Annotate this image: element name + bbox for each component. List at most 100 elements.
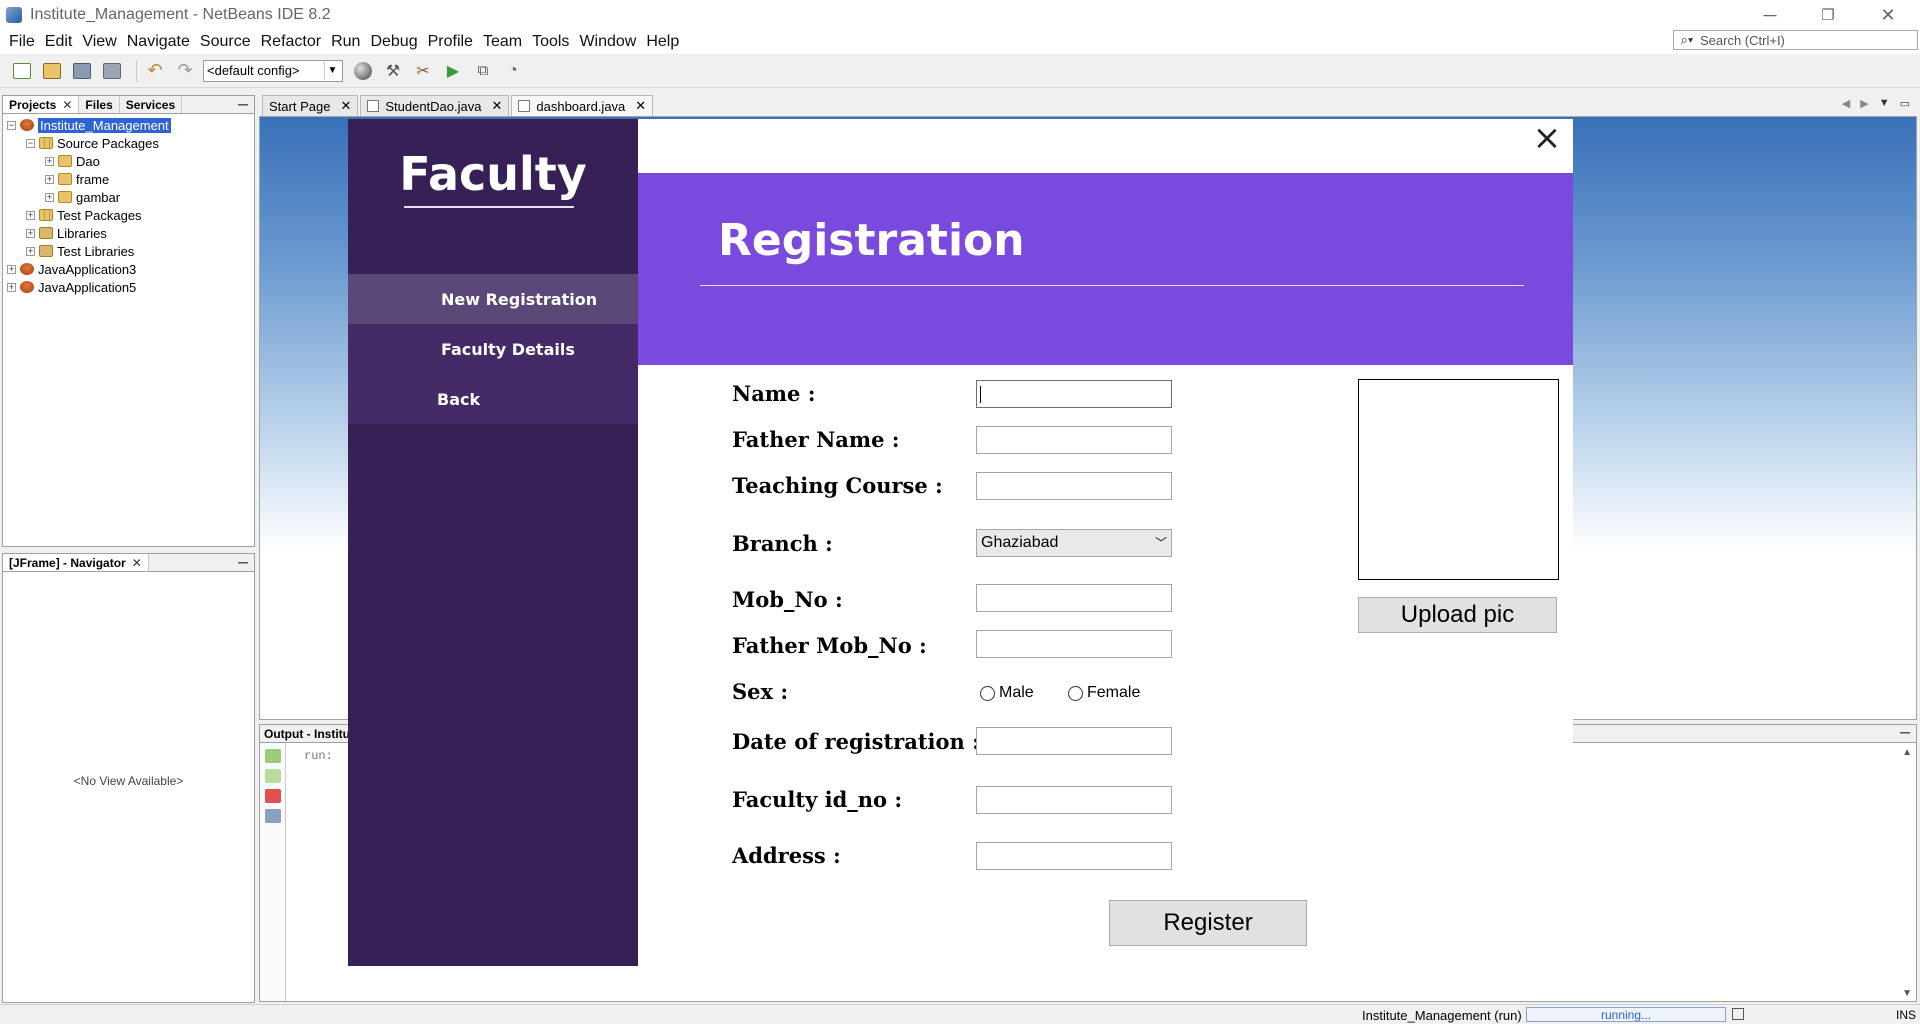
collapse-toggle[interactable]: −: [26, 138, 35, 148]
expand-toggle[interactable]: +: [26, 228, 35, 238]
sex-female-radio[interactable]: Female: [1068, 684, 1140, 702]
minimize-button[interactable]: ─: [1742, 0, 1798, 30]
menu-edit[interactable]: Edit: [40, 33, 78, 51]
maximize-icon[interactable]: ▭: [1900, 97, 1910, 110]
ide-search-box[interactable]: ⌕▾ Search (Ctrl+I): [1673, 30, 1918, 50]
tab-files[interactable]: Files: [79, 96, 120, 113]
close-icon[interactable]: ✕: [635, 98, 646, 114]
expand-toggle[interactable]: +: [26, 210, 35, 220]
tree-node-libraries[interactable]: + Libraries: [7, 224, 171, 242]
minimize-panel-icon[interactable]: ─: [238, 554, 248, 570]
set-project-config-button[interactable]: [351, 60, 375, 82]
rerun-with-params-icon[interactable]: [265, 769, 281, 783]
close-icon[interactable]: ✕: [491, 98, 502, 114]
tab-projects[interactable]: Projects ✕: [3, 96, 80, 113]
tree-node-gambar[interactable]: + gambar: [7, 188, 171, 206]
teaching-course-label: Teaching Course :: [732, 473, 943, 498]
tab-start-page[interactable]: Start Page ✕: [262, 95, 359, 116]
scroll-up-icon[interactable]: ▲: [1902, 747, 1912, 758]
project-icon: [20, 263, 34, 275]
stop-icon[interactable]: [265, 789, 281, 803]
minimize-panel-icon[interactable]: ─: [238, 96, 248, 112]
close-window-button[interactable]: ✕: [1860, 0, 1916, 30]
menu-navigate[interactable]: Navigate: [122, 33, 195, 51]
project-icon: [20, 281, 34, 293]
close-icon[interactable]: ✕: [132, 556, 142, 570]
undo-button[interactable]: ↶: [143, 60, 167, 82]
address-field[interactable]: [976, 842, 1172, 870]
settings-icon[interactable]: [265, 809, 281, 823]
father-mob-no-field[interactable]: [976, 630, 1172, 658]
config-select[interactable]: <default config> ▼: [203, 59, 343, 82]
menu-view[interactable]: View: [77, 33, 121, 51]
expand-toggle[interactable]: +: [7, 282, 16, 292]
tree-node-institute-management[interactable]: − Institute_Management: [7, 116, 171, 134]
name-field[interactable]: [976, 380, 1172, 408]
build-button[interactable]: ⚒: [381, 60, 405, 82]
debug-button[interactable]: ⧉: [471, 60, 495, 82]
navigator-panel-tabs: [JFrame] - Navigator ✕: [3, 554, 254, 572]
tree-node-frame[interactable]: + frame: [7, 170, 171, 188]
minimize-panel-icon[interactable]: ─: [1900, 724, 1910, 740]
redo-icon: ↷: [177, 60, 193, 80]
restore-button[interactable]: ❐: [1800, 0, 1856, 30]
upload-pic-button[interactable]: Upload pic: [1358, 597, 1557, 633]
scroll-right-icon[interactable]: ▶: [1860, 97, 1868, 110]
date-of-registration-field[interactable]: [976, 727, 1172, 755]
expand-toggle[interactable]: +: [45, 192, 54, 202]
faculty-id-field[interactable]: [976, 786, 1172, 814]
tree-node-label: JavaApplication3: [38, 261, 137, 277]
new-project-button[interactable]: [40, 60, 64, 82]
scroll-left-icon[interactable]: ◀: [1842, 97, 1850, 110]
menu-help[interactable]: Help: [641, 33, 684, 51]
scroll-down-icon[interactable]: ▼: [1902, 988, 1912, 999]
menu-window[interactable]: Window: [574, 33, 641, 51]
tab-navigator[interactable]: [JFrame] - Navigator ✕: [3, 554, 149, 571]
sidebar-item-back[interactable]: Back: [348, 374, 638, 424]
profile-button[interactable]: ◔: [501, 60, 525, 82]
menu-run[interactable]: Run: [326, 33, 365, 51]
progress-bar[interactable]: running...: [1526, 1007, 1726, 1022]
new-file-button[interactable]: [10, 60, 34, 82]
run-button[interactable]: ▶: [441, 60, 465, 82]
tree-node-javaapplication5[interactable]: + JavaApplication5: [7, 278, 171, 296]
expand-toggle[interactable]: +: [45, 156, 54, 166]
tree-node-dao[interactable]: + Dao: [7, 152, 171, 170]
save-all-button[interactable]: [100, 60, 124, 82]
tab-list-icon[interactable]: ▼: [1879, 97, 1890, 110]
close-icon[interactable]: ×: [1531, 121, 1563, 155]
tree-node-javaapplication3[interactable]: + JavaApplication3: [7, 260, 171, 278]
tree-node-test-libraries[interactable]: + Test Libraries: [7, 242, 171, 260]
sidebar-item-new-registration[interactable]: New Registration: [348, 274, 638, 324]
menu-file[interactable]: File: [4, 33, 40, 51]
rerun-icon[interactable]: [265, 749, 281, 763]
menu-refactor[interactable]: Refactor: [256, 33, 326, 51]
tree-node-test-packages[interactable]: + Test Packages: [7, 206, 171, 224]
tab-services[interactable]: Services: [120, 96, 183, 113]
tab-dashboard[interactable]: dashboard.java ✕: [511, 95, 654, 116]
menu-team[interactable]: Team: [478, 33, 527, 51]
menu-source[interactable]: Source: [195, 33, 256, 51]
redo-button[interactable]: ↷: [173, 60, 197, 82]
teaching-course-field[interactable]: [976, 472, 1172, 500]
sidebar-item-faculty-details[interactable]: Faculty Details: [348, 324, 638, 374]
father-name-field[interactable]: [976, 426, 1172, 454]
register-button[interactable]: Register: [1109, 900, 1307, 946]
clean-build-button[interactable]: ✂: [411, 60, 435, 82]
tree-node-label: Dao: [76, 153, 100, 169]
expand-toggle[interactable]: +: [26, 246, 35, 256]
mob-no-field[interactable]: [976, 584, 1172, 612]
expand-toggle[interactable]: +: [45, 174, 54, 184]
branch-select[interactable]: Ghaziabad ﹀: [976, 529, 1172, 557]
expand-toggle[interactable]: +: [7, 264, 16, 274]
tab-studentdao[interactable]: StudentDao.java ✕: [360, 95, 510, 116]
menu-debug[interactable]: Debug: [365, 33, 422, 51]
menu-profile[interactable]: Profile: [423, 33, 478, 51]
close-icon[interactable]: ✕: [62, 98, 72, 112]
tree-node-source-packages[interactable]: − Source Packages: [7, 134, 171, 152]
menu-tools[interactable]: Tools: [527, 33, 574, 51]
open-project-button[interactable]: [70, 60, 94, 82]
sex-male-radio[interactable]: Male: [980, 684, 1034, 702]
close-icon[interactable]: ✕: [340, 98, 351, 114]
collapse-toggle[interactable]: −: [7, 120, 16, 130]
